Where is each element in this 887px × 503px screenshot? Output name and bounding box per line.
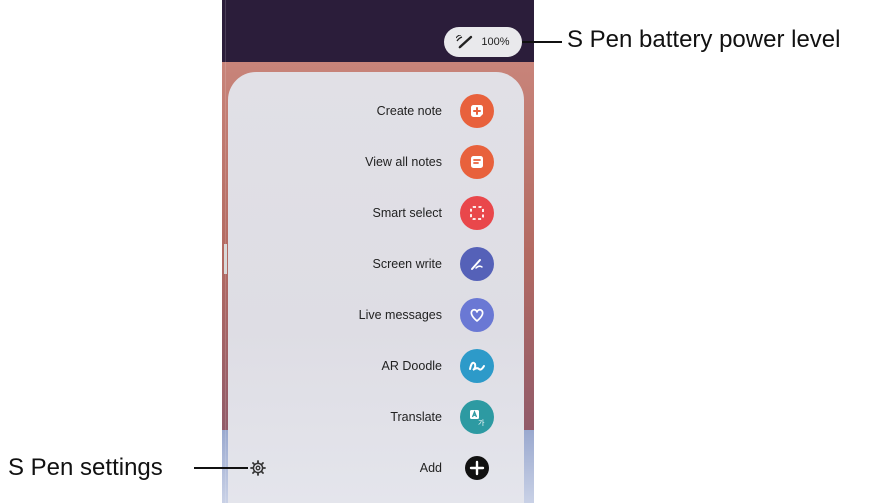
add-icon xyxy=(460,451,494,485)
menu-item-label: Live messages xyxy=(358,308,442,322)
ar-doodle-icon xyxy=(460,349,494,383)
live-messages-icon xyxy=(460,298,494,332)
menu-item-smart-select[interactable]: Smart select xyxy=(228,191,524,235)
translate-icon: 가 xyxy=(460,400,494,434)
menu-item-create-note[interactable]: Create note xyxy=(228,89,524,133)
menu-item-label: View all notes xyxy=(365,155,442,169)
menu-item-label: AR Doodle xyxy=(381,359,442,373)
create-note-icon xyxy=(460,94,494,128)
stage: 100% Create note View all notes Smart se… xyxy=(0,0,887,503)
screen-write-icon xyxy=(460,247,494,281)
battery-callout-line xyxy=(522,41,562,43)
edge-handle[interactable] xyxy=(224,244,227,274)
settings-callout-line xyxy=(194,467,248,469)
menu-item-label: Create note xyxy=(376,104,442,118)
battery-callout-label: S Pen battery power level xyxy=(567,26,841,53)
menu-item-label: Screen write xyxy=(372,257,442,271)
menu-item-live-messages[interactable]: Live messages xyxy=(228,293,524,337)
smart-select-icon xyxy=(460,196,494,230)
menu-item-add[interactable]: Add xyxy=(228,446,524,490)
view-notes-icon xyxy=(460,145,494,179)
menu-item-translate[interactable]: Translate 가 xyxy=(228,395,524,439)
svg-text:가: 가 xyxy=(478,418,485,427)
spen-battery-indicator: 100% xyxy=(444,27,522,57)
menu-item-screen-write[interactable]: Screen write xyxy=(228,242,524,286)
spen-icon xyxy=(456,35,476,49)
air-command-panel: Create note View all notes Smart select xyxy=(228,72,524,503)
menu-item-label: Translate xyxy=(390,410,442,424)
settings-callout-label: S Pen settings xyxy=(8,454,163,481)
menu-item-label: Add xyxy=(419,461,442,475)
menu-item-view-all-notes[interactable]: View all notes xyxy=(228,140,524,184)
battery-level-text: 100% xyxy=(481,36,510,48)
menu-item-label: Smart select xyxy=(372,206,442,220)
menu-item-ar-doodle[interactable]: AR Doodle xyxy=(228,344,524,388)
gear-icon[interactable] xyxy=(250,460,266,476)
